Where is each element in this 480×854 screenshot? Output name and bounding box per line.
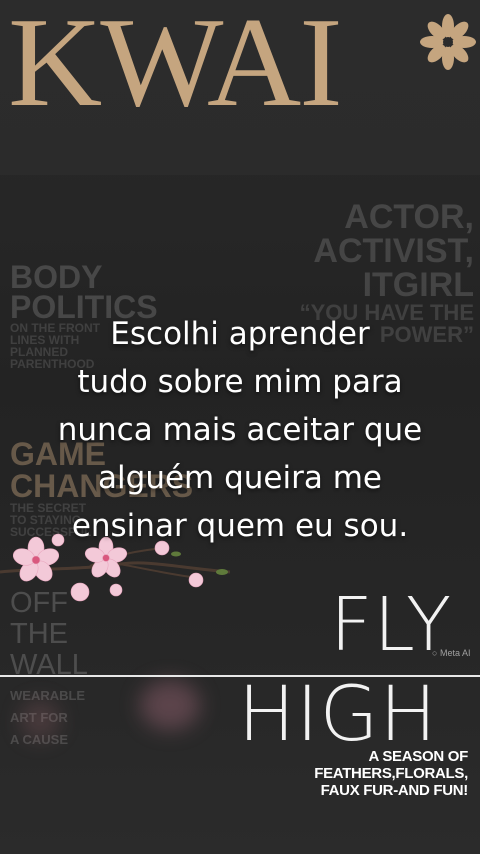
tagline-line: FAUX FUR-AND FUN! [320,782,469,799]
overlay-quote: Escolhi aprender tudo sobre mim para nun… [0,310,480,550]
overlay-quote-line: alguém queira me [98,460,382,496]
overlay-quote-line: ensinar quem eu sou. [71,508,409,544]
story-subtitle-line: WEARABLE [10,688,86,703]
overlay-quote-line: nunca mais aceitar que [57,412,423,448]
meta-ai-watermark: ○ Meta AI [432,648,470,658]
overlay-quote-line: Escolhi aprender [110,316,370,352]
bokeh-light [140,680,200,730]
asterisk-flower-icon [420,14,476,70]
story-title-line: OFF [10,587,68,619]
bokeh-light [20,700,60,740]
meta-ai-label: Meta AI [439,648,471,658]
overlay-quote-line: tudo sobre mim para [77,364,403,400]
story-title-line: BODY [10,259,103,295]
high-headline: HIGH [238,669,438,758]
cover-headline-right: ACTOR, ACTIVIST, ITGIRL [313,200,474,302]
cover-headline-line: ACTOR, [344,198,474,236]
tagline-line: A SEASON OF [368,748,469,765]
cover-headline-line: ACTIVIST, [313,232,474,270]
meta-ai-icon: ○ [432,648,438,658]
masthead-title: KWAI [8,0,343,133]
story-title-line: THE [10,618,68,650]
masthead: KWAI [8,0,343,126]
tagline-line: FEATHERS,FLORALS, [314,765,468,782]
story-screen: KWAI ACTOR, ACTIVIST, ITGIRL “YOU HAVE T… [0,0,480,854]
cover-tagline: A SEASON OF FEATHERS,FLORALS, FAUX FUR-A… [314,748,468,799]
cover-headline-line: ITGIRL [362,266,474,304]
